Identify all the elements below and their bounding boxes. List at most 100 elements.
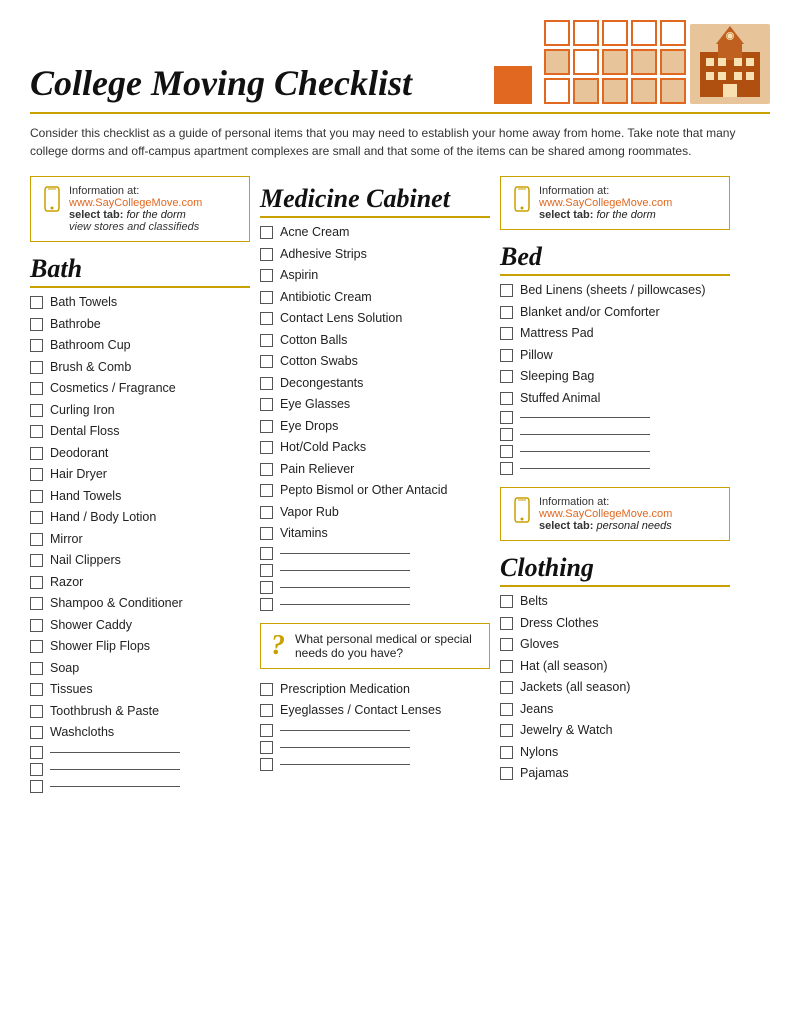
checkbox[interactable] xyxy=(260,312,273,325)
info-url-1[interactable]: www.SayCollegeMove.com xyxy=(69,197,202,209)
checkbox[interactable] xyxy=(30,296,43,309)
checkbox[interactable] xyxy=(260,506,273,519)
checkbox[interactable] xyxy=(30,705,43,718)
checkbox[interactable] xyxy=(260,598,273,611)
checkbox[interactable] xyxy=(260,704,273,717)
checkbox[interactable] xyxy=(30,339,43,352)
medicine-item-label: Eye Glasses xyxy=(280,396,350,414)
checkbox[interactable] xyxy=(260,355,273,368)
checkbox[interactable] xyxy=(260,377,273,390)
checkbox[interactable] xyxy=(500,617,513,630)
checkbox[interactable] xyxy=(260,463,273,476)
checkbox[interactable] xyxy=(260,420,273,433)
checkbox[interactable] xyxy=(500,703,513,716)
checkbox[interactable] xyxy=(30,404,43,417)
bath-item-label: Razor xyxy=(50,574,83,592)
checkbox[interactable] xyxy=(500,411,513,424)
intro-paragraph: Consider this checklist as a guide of pe… xyxy=(30,124,770,160)
checkbox[interactable] xyxy=(260,248,273,261)
bath-list-item: Toothbrush & Paste xyxy=(30,701,250,723)
bath-item-label: Bathroom Cup xyxy=(50,337,131,355)
checkbox[interactable] xyxy=(30,554,43,567)
checkbox[interactable] xyxy=(30,425,43,438)
bed-item-label: Bed Linens (sheets / pillowcases) xyxy=(520,282,706,300)
checkbox[interactable] xyxy=(260,741,273,754)
checkbox[interactable] xyxy=(260,724,273,737)
checkbox[interactable] xyxy=(260,564,273,577)
column-3: Information at: www.SayCollegeMove.com s… xyxy=(500,176,730,785)
checkbox[interactable] xyxy=(260,581,273,594)
medicine-item-label: Vapor Rub xyxy=(280,504,339,522)
checkbox[interactable] xyxy=(30,576,43,589)
medicine-item-label: Hot/Cold Packs xyxy=(280,439,366,457)
checkbox[interactable] xyxy=(30,361,43,374)
checkbox[interactable] xyxy=(500,595,513,608)
bath-list-item: Bathrobe xyxy=(30,314,250,336)
checkbox[interactable] xyxy=(500,638,513,651)
medicine-item-label: Vitamins xyxy=(280,525,328,543)
checkbox[interactable] xyxy=(500,284,513,297)
checkbox[interactable] xyxy=(500,392,513,405)
checkbox[interactable] xyxy=(30,662,43,675)
checkbox[interactable] xyxy=(30,318,43,331)
checkbox[interactable] xyxy=(30,447,43,460)
checkbox[interactable] xyxy=(30,683,43,696)
checkbox[interactable] xyxy=(30,640,43,653)
bed-blank-2 xyxy=(500,426,730,443)
bath-item-label: Hand Towels xyxy=(50,488,121,506)
checkbox[interactable] xyxy=(30,746,43,759)
info-box-3: Information at: www.SayCollegeMove.com s… xyxy=(500,487,730,541)
bath-item-label: Tissues xyxy=(50,681,93,699)
checkbox[interactable] xyxy=(30,382,43,395)
checkbox[interactable] xyxy=(30,533,43,546)
info-url-3[interactable]: www.SayCollegeMove.com xyxy=(539,508,672,520)
checkbox[interactable] xyxy=(500,681,513,694)
checkbox[interactable] xyxy=(260,484,273,497)
bed-list-item: Blanket and/or Comforter xyxy=(500,302,730,324)
checkbox[interactable] xyxy=(260,683,273,696)
checkbox[interactable] xyxy=(500,370,513,383)
info-url-2[interactable]: www.SayCollegeMove.com xyxy=(539,197,672,209)
checkbox[interactable] xyxy=(30,763,43,776)
checkbox[interactable] xyxy=(30,619,43,632)
checkbox[interactable] xyxy=(260,547,273,560)
checkbox[interactable] xyxy=(500,767,513,780)
column-1: Information at: www.SayCollegeMove.com s… xyxy=(30,176,250,795)
checkbox[interactable] xyxy=(500,724,513,737)
select-tab-label-3: select tab: xyxy=(539,520,593,532)
checkbox[interactable] xyxy=(30,511,43,524)
med-blank-1 xyxy=(260,545,490,562)
checkbox[interactable] xyxy=(500,327,513,340)
checkbox[interactable] xyxy=(260,291,273,304)
checkbox[interactable] xyxy=(30,597,43,610)
checkbox[interactable] xyxy=(500,428,513,441)
checkbox[interactable] xyxy=(260,441,273,454)
checkbox[interactable] xyxy=(260,527,273,540)
medicine-list-item: Vapor Rub xyxy=(260,502,490,524)
checkbox[interactable] xyxy=(260,269,273,282)
checkbox[interactable] xyxy=(500,349,513,362)
checkbox[interactable] xyxy=(30,490,43,503)
bath-list-item: Nail Clippers xyxy=(30,550,250,572)
bed-item-label: Pillow xyxy=(520,347,553,365)
checkbox[interactable] xyxy=(260,226,273,239)
clothing-list-item: Pajamas xyxy=(500,763,730,785)
checkbox[interactable] xyxy=(260,398,273,411)
checkbox[interactable] xyxy=(30,780,43,793)
checkbox[interactable] xyxy=(500,462,513,475)
grid-cell xyxy=(602,20,628,46)
checkbox[interactable] xyxy=(500,660,513,673)
checkbox[interactable] xyxy=(260,334,273,347)
checkbox[interactable] xyxy=(500,306,513,319)
checkbox[interactable] xyxy=(30,468,43,481)
checkbox[interactable] xyxy=(500,445,513,458)
bath-item-label: Washcloths xyxy=(50,724,114,742)
medicine-extra-list: Prescription MedicationEyeglasses / Cont… xyxy=(260,679,490,722)
checkbox[interactable] xyxy=(500,746,513,759)
checkbox[interactable] xyxy=(260,758,273,771)
bath-list-item: Hand / Body Lotion xyxy=(30,507,250,529)
bed-item-label: Stuffed Animal xyxy=(520,390,600,408)
checkbox[interactable] xyxy=(30,726,43,739)
bath-list-item: Cosmetics / Fragrance xyxy=(30,378,250,400)
medicine-list-item: Aspirin xyxy=(260,265,490,287)
